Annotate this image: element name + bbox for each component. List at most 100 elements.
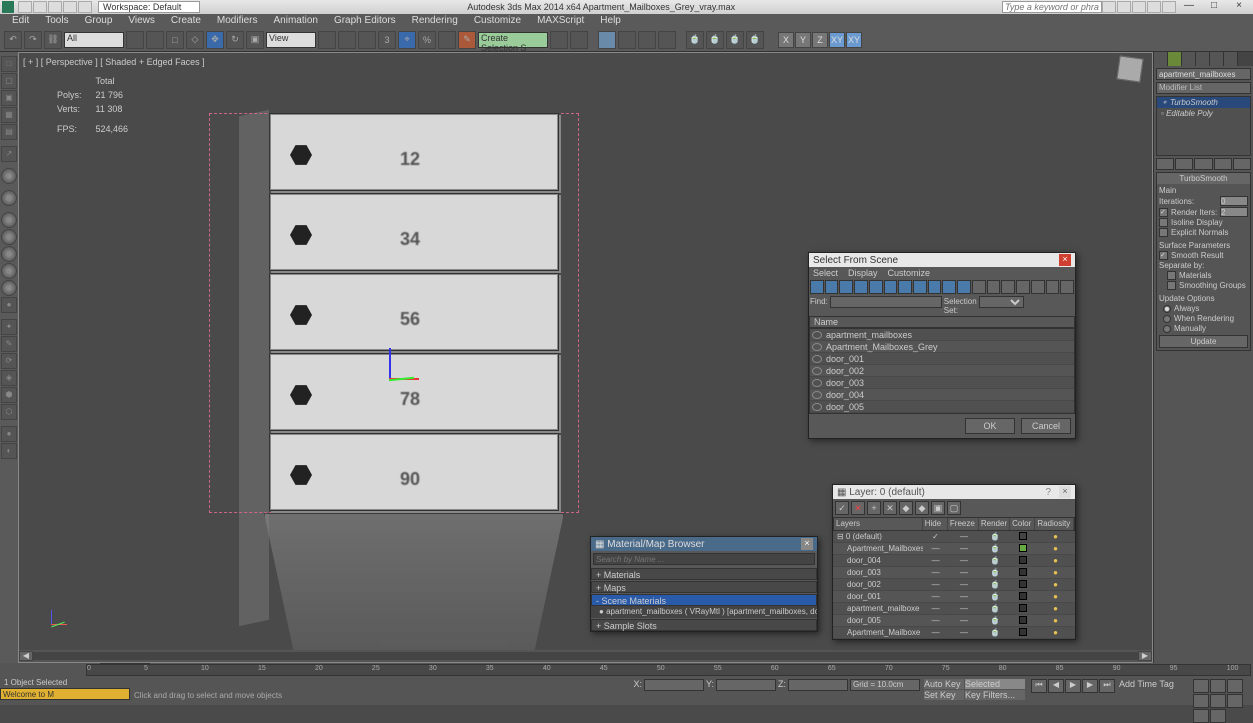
key-mode-dropdown[interactable]: Selected xyxy=(965,679,1025,689)
isoline-check[interactable] xyxy=(1159,218,1168,227)
stack-btn[interactable] xyxy=(1175,158,1193,170)
menu-item[interactable]: Graph Editors xyxy=(326,14,404,28)
tool-button[interactable]: 3 xyxy=(378,31,396,49)
nav-button[interactable] xyxy=(1227,694,1243,708)
undo-button[interactable]: ↶ xyxy=(4,31,22,49)
maximize-button[interactable]: □ xyxy=(1202,1,1226,13)
layer-row[interactable]: door_001——🍵 xyxy=(833,591,1075,603)
filter-button[interactable] xyxy=(884,280,898,294)
modifier-stack[interactable]: ⚬ TurboSmooth ▫ Editable Poly xyxy=(1156,96,1251,156)
goto-start-button[interactable]: ⏮ xyxy=(1031,679,1047,693)
tool-button[interactable] xyxy=(438,31,456,49)
infocenter-btn[interactable] xyxy=(1147,1,1161,13)
filter-button[interactable] xyxy=(942,280,956,294)
infocenter-btn[interactable] xyxy=(1162,1,1176,13)
update-button[interactable]: Update xyxy=(1159,335,1248,348)
always-radio[interactable] xyxy=(1163,305,1171,313)
left-tool-button[interactable]: ▲ xyxy=(1,263,17,279)
object-name-field[interactable]: apartment_mailboxes xyxy=(1156,68,1251,80)
left-tool-button[interactable]: □ xyxy=(1,56,17,72)
utilities-tab[interactable] xyxy=(1224,52,1238,66)
filter-button[interactable] xyxy=(854,280,868,294)
filter-button[interactable] xyxy=(1016,280,1030,294)
snap-button[interactable]: ⌖ xyxy=(398,31,416,49)
create-tab[interactable] xyxy=(1154,52,1168,66)
left-tool-button[interactable]: ◉ xyxy=(1,190,17,206)
y-field[interactable] xyxy=(716,679,776,691)
layer-tool[interactable]: ✕ xyxy=(883,501,897,515)
qat-btn[interactable] xyxy=(48,1,62,13)
filter-button[interactable] xyxy=(1060,280,1074,294)
scene-list-item[interactable]: Apartment_Mailboxes_Grey xyxy=(810,341,1074,353)
tool-button[interactable] xyxy=(570,31,588,49)
filter-button[interactable] xyxy=(1031,280,1045,294)
left-tool-button[interactable]: ◈ xyxy=(1,370,17,386)
rollout-header[interactable]: TurboSmooth xyxy=(1157,173,1250,184)
render-button[interactable]: 🍵 xyxy=(706,31,724,49)
filter-button[interactable] xyxy=(810,280,824,294)
render-iters-spinner[interactable]: 2 xyxy=(1220,207,1248,217)
nav-button[interactable] xyxy=(1227,679,1243,693)
tool-button[interactable] xyxy=(358,31,376,49)
qat-btn[interactable] xyxy=(78,1,92,13)
layer-tool[interactable]: ✕ xyxy=(851,501,865,515)
tool-button[interactable] xyxy=(1026,296,1038,308)
left-tool-button[interactable]: ☀ xyxy=(1,280,17,296)
when-rendering-radio[interactable] xyxy=(1163,315,1171,323)
category-materials[interactable]: + Materials xyxy=(591,568,817,580)
render-button[interactable]: 🍵 xyxy=(686,31,704,49)
scene-list-item[interactable]: door_004 xyxy=(810,389,1074,401)
modify-tab[interactable] xyxy=(1168,52,1182,66)
left-tool-button[interactable]: ⬢ xyxy=(1,387,17,403)
selection-filter-dropdown[interactable]: All xyxy=(64,32,124,48)
filter-button[interactable] xyxy=(1001,280,1015,294)
filter-button[interactable] xyxy=(898,280,912,294)
filter-button[interactable] xyxy=(972,280,986,294)
left-tool-button[interactable]: ◐ xyxy=(1,443,17,459)
scene-list-item[interactable]: door_002 xyxy=(810,365,1074,377)
dialog-menu-item[interactable]: Select xyxy=(813,268,838,278)
selection-set-dropdown[interactable] xyxy=(979,296,1024,308)
tool-button[interactable] xyxy=(318,31,336,49)
nav-button[interactable] xyxy=(1210,709,1226,723)
tool-button[interactable] xyxy=(658,31,676,49)
layer-row[interactable]: door_004——🍵 xyxy=(833,555,1075,567)
layer-row[interactable]: Apartment_Mailboxes_G——🍵 xyxy=(833,543,1075,555)
close-button[interactable]: × xyxy=(1227,1,1251,13)
transform-gizmo[interactable] xyxy=(389,348,449,408)
nav-button[interactable] xyxy=(1210,694,1226,708)
filter-button[interactable] xyxy=(839,280,853,294)
nav-button[interactable] xyxy=(1193,694,1209,708)
stack-item[interactable]: ▫ Editable Poly xyxy=(1157,108,1250,119)
x-field[interactable] xyxy=(644,679,704,691)
modifier-list-dropdown[interactable]: Modifier List xyxy=(1156,82,1251,94)
tool-button[interactable] xyxy=(146,31,164,49)
hierarchy-tab[interactable] xyxy=(1182,52,1196,66)
axis-y-button[interactable]: Y xyxy=(795,32,811,48)
infocenter-btn[interactable] xyxy=(1132,1,1146,13)
filter-button[interactable] xyxy=(1046,280,1060,294)
menu-item[interactable]: Edit xyxy=(4,14,37,28)
menu-item[interactable]: MAXScript xyxy=(529,14,592,28)
layer-header[interactable]: Render xyxy=(979,518,1010,530)
layer-tool[interactable]: + xyxy=(867,501,881,515)
layer-row[interactable]: apartment_mailboxe——🍵 xyxy=(833,603,1075,615)
menu-item[interactable]: Views xyxy=(120,14,163,28)
scene-list-item[interactable]: door_001 xyxy=(810,353,1074,365)
explicit-check[interactable] xyxy=(1159,228,1168,237)
stack-item[interactable]: ⚬ TurboSmooth xyxy=(1157,97,1250,108)
render-button[interactable]: 🍵 xyxy=(726,31,744,49)
filter-button[interactable] xyxy=(913,280,927,294)
left-tool-button[interactable]: ▣ xyxy=(1,90,17,106)
nav-button[interactable] xyxy=(1193,679,1209,693)
nav-button[interactable] xyxy=(1210,679,1226,693)
redo-button[interactable]: ↷ xyxy=(24,31,42,49)
filter-button[interactable] xyxy=(869,280,883,294)
find-input[interactable] xyxy=(830,296,942,308)
smooth-check[interactable] xyxy=(1159,251,1168,260)
menu-item[interactable]: Customize xyxy=(466,14,529,28)
search-input[interactable] xyxy=(593,553,815,565)
layer-header[interactable]: Color xyxy=(1010,518,1035,530)
left-tool-button[interactable]: ● xyxy=(1,426,17,442)
left-tool-button[interactable]: ▦ xyxy=(1,107,17,123)
